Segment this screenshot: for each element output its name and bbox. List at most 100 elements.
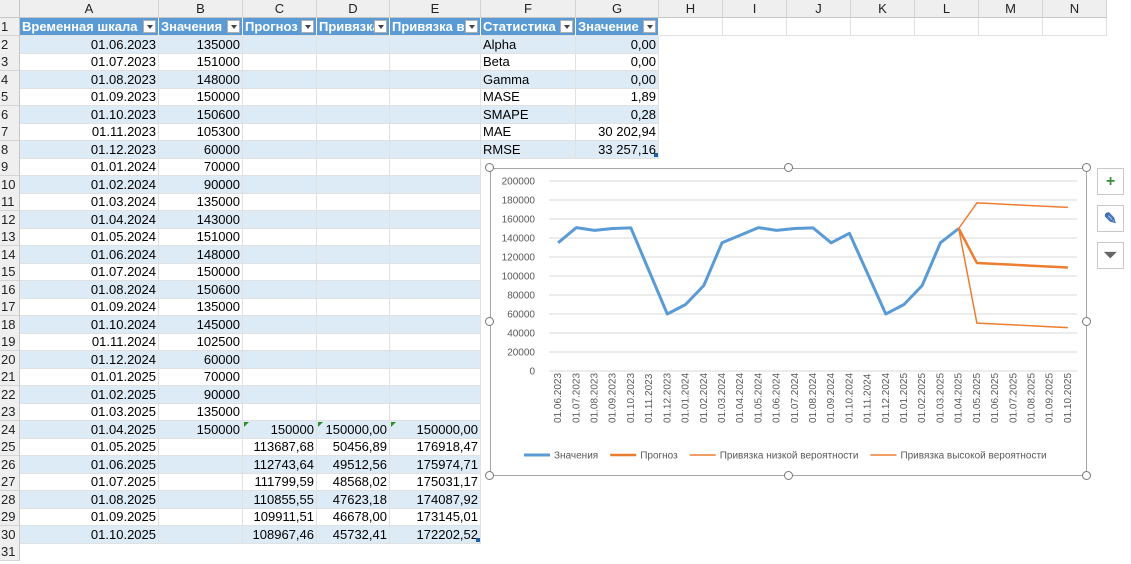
chart-resize-handle[interactable]	[485, 317, 494, 326]
high-bound-cell[interactable]: 150000,00	[390, 420, 481, 439]
value-cell[interactable]: 150000	[159, 263, 243, 281]
forecast-cell[interactable]	[243, 350, 317, 369]
low-bound-cell[interactable]	[317, 298, 390, 316]
row-header[interactable]: 8	[0, 140, 20, 159]
row-header[interactable]: 14	[0, 245, 20, 264]
value-cell[interactable]: 145000	[159, 315, 243, 334]
stat-name-cell[interactable]: MASE	[481, 88, 576, 106]
high-bound-cell[interactable]	[390, 333, 481, 351]
high-bound-cell[interactable]	[390, 350, 481, 369]
row-header[interactable]: 13	[0, 228, 20, 246]
stats-resize-handle[interactable]	[654, 153, 658, 157]
value-cell[interactable]	[159, 508, 243, 526]
forecast-cell[interactable]	[243, 140, 317, 159]
low-bound-cell[interactable]	[317, 105, 390, 124]
stat-name-cell[interactable]: MAE	[481, 123, 576, 141]
row-header[interactable]: 6	[0, 105, 20, 124]
value-cell[interactable]: 150600	[159, 105, 243, 124]
chart-resize-handle[interactable]	[1082, 163, 1091, 172]
series-line-0[interactable]	[557, 226, 960, 316]
high-bound-cell[interactable]	[390, 123, 481, 141]
filter-dropdown-button[interactable]	[301, 20, 314, 33]
timeline-cell[interactable]: 01.10.2024	[20, 315, 159, 334]
high-bound-cell[interactable]	[390, 193, 481, 211]
stat-name-cell[interactable]: Gamma	[481, 70, 576, 89]
low-bound-cell[interactable]: 49512,56	[317, 455, 390, 474]
stat-value-cell[interactable]: 0,00	[576, 35, 659, 54]
filter-dropdown-button[interactable]	[560, 20, 573, 33]
chart-resize-handle[interactable]	[1082, 471, 1091, 480]
forecast-cell[interactable]	[243, 228, 317, 246]
chart-filters-button[interactable]: ⏷	[1097, 242, 1124, 269]
forecast-cell[interactable]	[243, 70, 317, 89]
low-bound-cell[interactable]	[317, 210, 390, 229]
legend-label[interactable]: Прогноз	[640, 451, 678, 462]
row-header[interactable]: 19	[0, 333, 20, 351]
low-bound-cell[interactable]	[317, 280, 390, 299]
timeline-cell[interactable]: 01.03.2025	[20, 403, 159, 421]
row-header[interactable]: 20	[0, 350, 20, 369]
low-bound-cell[interactable]: 50456,89	[317, 438, 390, 456]
value-cell[interactable]: 90000	[159, 385, 243, 404]
timeline-cell[interactable]: 01.06.2025	[20, 455, 159, 474]
low-bound-cell[interactable]	[317, 245, 390, 264]
column-header-e[interactable]: E	[390, 0, 481, 18]
legend-label[interactable]: Привязка высокой вероятности	[900, 451, 1046, 462]
high-bound-cell[interactable]	[390, 280, 481, 299]
value-cell[interactable]	[159, 473, 243, 491]
timeline-cell[interactable]: 01.08.2023	[20, 70, 159, 89]
value-cell[interactable]	[159, 490, 243, 509]
high-bound-cell[interactable]	[390, 88, 481, 106]
value-cell[interactable]: 135000	[159, 35, 243, 54]
low-bound-cell[interactable]	[317, 350, 390, 369]
high-bound-cell[interactable]	[390, 368, 481, 386]
column-header-h[interactable]: H	[659, 0, 723, 18]
timeline-cell[interactable]: 01.02.2024	[20, 175, 159, 194]
high-bound-cell[interactable]: 175031,17	[390, 473, 481, 491]
row-header[interactable]: 26	[0, 455, 20, 474]
low-bound-cell[interactable]	[317, 123, 390, 141]
forecast-cell[interactable]	[243, 280, 317, 299]
filter-dropdown-button[interactable]	[374, 20, 387, 33]
low-bound-cell[interactable]	[317, 175, 390, 194]
cell[interactable]	[723, 18, 787, 36]
value-cell[interactable]: 151000	[159, 53, 243, 71]
high-bound-cell[interactable]	[390, 263, 481, 281]
stat-value-cell[interactable]: 0,00	[576, 70, 659, 89]
value-cell[interactable]: 70000	[159, 158, 243, 176]
timeline-cell[interactable]: 01.05.2025	[20, 438, 159, 456]
column-header-c[interactable]: C	[243, 0, 317, 18]
chart-resize-handle[interactable]	[485, 471, 494, 480]
low-bound-cell[interactable]	[317, 193, 390, 211]
low-bound-cell[interactable]: 45732,41	[317, 525, 390, 544]
cell[interactable]	[979, 18, 1043, 36]
chart-resize-handle[interactable]	[1082, 317, 1091, 326]
row-header[interactable]: 12	[0, 210, 20, 229]
forecast-cell[interactable]	[243, 385, 317, 404]
high-bound-cell[interactable]	[390, 70, 481, 89]
value-cell[interactable]: 150000	[159, 420, 243, 439]
timeline-cell[interactable]: 01.10.2023	[20, 105, 159, 124]
row-header[interactable]: 16	[0, 280, 20, 299]
value-cell[interactable]	[159, 438, 243, 456]
forecast-cell[interactable]: 150000	[243, 420, 317, 439]
forecast-cell[interactable]	[243, 368, 317, 386]
timeline-cell[interactable]: 01.09.2024	[20, 298, 159, 316]
series-line-3[interactable]	[958, 202, 1068, 229]
chart-resize-handle[interactable]	[485, 163, 494, 172]
low-bound-cell[interactable]	[317, 35, 390, 54]
cell[interactable]	[659, 18, 723, 36]
row-header[interactable]: 3	[0, 53, 20, 71]
forecast-cell[interactable]	[243, 175, 317, 194]
high-bound-cell[interactable]	[390, 210, 481, 229]
value-cell[interactable]: 150600	[159, 280, 243, 299]
value-cell[interactable]: 135000	[159, 193, 243, 211]
row-header[interactable]: 24	[0, 420, 20, 439]
timeline-cell[interactable]: 01.03.2024	[20, 193, 159, 211]
column-header-l[interactable]: L	[915, 0, 979, 18]
forecast-cell[interactable]	[243, 403, 317, 421]
value-cell[interactable]: 105300	[159, 123, 243, 141]
value-cell[interactable]: 60000	[159, 350, 243, 369]
filter-dropdown-button[interactable]	[227, 20, 240, 33]
forecast-cell[interactable]	[243, 105, 317, 124]
